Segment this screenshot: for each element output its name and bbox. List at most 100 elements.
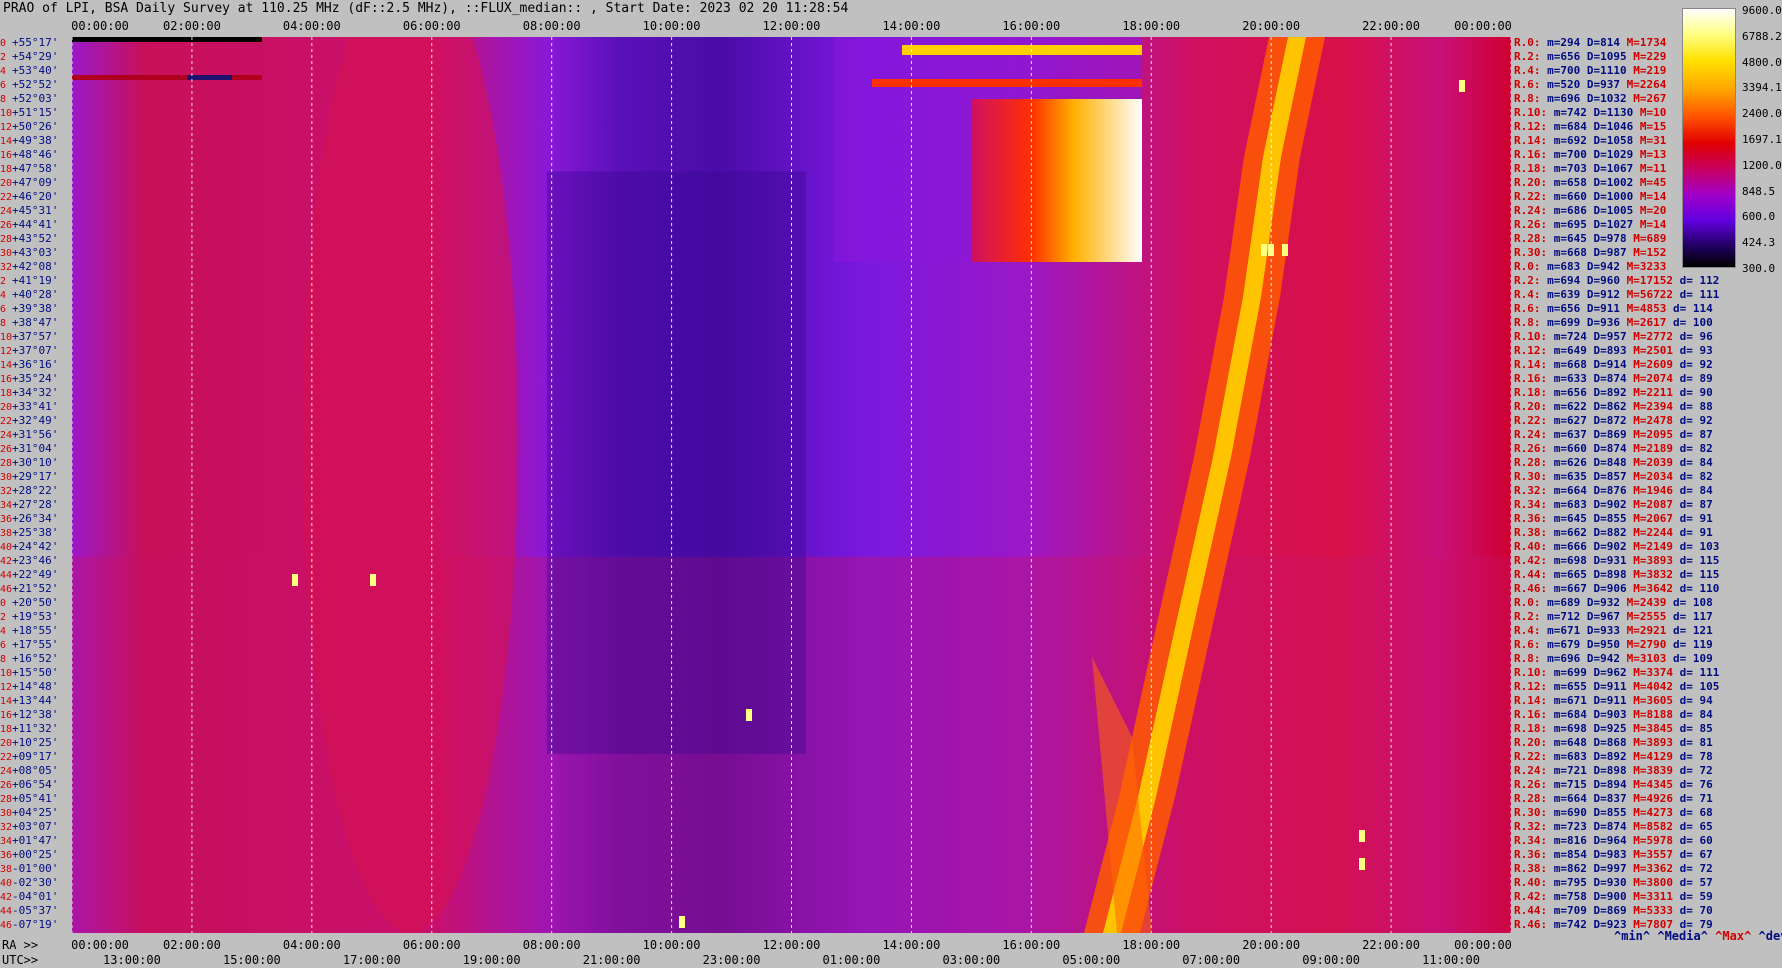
- stat-ray: R.18:: [1514, 722, 1554, 735]
- row-index: 14: [0, 696, 13, 707]
- stat-median: D=942: [1586, 652, 1627, 665]
- stat-ray: R.24:: [1514, 204, 1554, 217]
- stat-devia: d= 57: [1679, 876, 1713, 889]
- stat-median: D=1058: [1593, 134, 1640, 147]
- stat-row: R.0: m=683 D=942 M=3233: [1514, 260, 1666, 274]
- declination-value: +27°28': [12, 498, 59, 511]
- stat-row: R.42: m=758 D=900 M=3311 d= 59: [1514, 890, 1713, 904]
- declination-value: -02°30': [12, 876, 59, 889]
- declination-value: +14°48': [12, 680, 59, 693]
- stat-median: D=930: [1593, 876, 1634, 889]
- row-index: 10: [0, 668, 13, 679]
- stat-median: D=898: [1593, 764, 1634, 777]
- stat-ray: R.26:: [1514, 778, 1554, 791]
- declination-row-label: 30+43°03': [0, 246, 58, 260]
- row-index: 20: [0, 738, 13, 749]
- stat-median: D=848: [1593, 456, 1634, 469]
- declination-row-label: 26+06°54': [0, 778, 58, 792]
- declination-row-label: 12+37°07': [0, 344, 58, 358]
- declination-row-label: 6 +52°52': [0, 78, 58, 92]
- stat-max: M=2264: [1626, 78, 1667, 91]
- stat-ray: R.30:: [1514, 806, 1554, 819]
- declination-row-label: 4 +18°55': [0, 624, 58, 638]
- declination-row-label: 24+45°31': [0, 204, 58, 218]
- point-source: [1359, 830, 1365, 842]
- row-index: 12: [0, 346, 13, 357]
- bottom-utc-axis: 13:00:00 15:00:00 17:00:00 19:00:00 21:00:00…: [72, 953, 1511, 967]
- declination-value: +52°03': [12, 92, 59, 105]
- stat-median: D=983: [1593, 848, 1634, 861]
- stat-min: m=712: [1547, 610, 1587, 623]
- stat-ray: R.24:: [1514, 764, 1554, 777]
- stat-row: R.28: m=664 D=837 M=4926 d= 71: [1514, 792, 1713, 806]
- row-index: 46: [0, 920, 13, 931]
- stat-min: m=645: [1553, 232, 1594, 245]
- bottom-utc-tick-label: 03:00:00: [942, 953, 1001, 967]
- stat-ray: R.0:: [1514, 260, 1548, 273]
- stat-row: R.24: m=686 D=1005 M=20: [1514, 204, 1666, 218]
- stat-max: M=4273: [1633, 806, 1680, 819]
- stat-median: D=942: [1586, 260, 1627, 273]
- declination-value: +24°42': [12, 540, 59, 553]
- declination-value: +46°20': [12, 190, 59, 203]
- stat-median: D=1027: [1593, 218, 1640, 231]
- stat-row: R.34: m=683 D=902 M=2087 d= 87: [1514, 498, 1713, 512]
- stat-max: M=3374: [1633, 666, 1680, 679]
- stat-median: D=1032: [1586, 92, 1634, 105]
- stat-row: R.10: m=699 D=962 M=3374 d= 111: [1514, 666, 1719, 680]
- bottom-ra-tick-label: 00:00:00: [71, 938, 129, 952]
- declination-value: +53°40': [12, 64, 59, 77]
- row-index: 18: [0, 388, 13, 399]
- top-ra-tick-label: 02:00:00: [163, 19, 221, 33]
- stat-max: M=2039: [1633, 456, 1680, 469]
- stat-max: M=15: [1639, 120, 1667, 133]
- stat-median: D=862: [1593, 400, 1634, 413]
- bottom-ra-tick-label: 12:00:00: [762, 938, 821, 952]
- declination-value: +26°34': [12, 512, 59, 525]
- stat-devia: d= 76: [1679, 778, 1713, 791]
- bottom-ra-tick-label: 18:00:00: [1122, 938, 1181, 952]
- stat-min: m=683: [1553, 750, 1594, 763]
- bottom-utc-tick-label: 01:00:00: [822, 953, 881, 967]
- stat-max: M=3839: [1633, 764, 1680, 777]
- declination-value: +30°10': [12, 456, 59, 469]
- declination-row-label: 42+23°46': [0, 554, 58, 568]
- stat-row: R.8: m=696 D=942 M=3103 d= 109: [1514, 652, 1713, 666]
- row-index: 14: [0, 136, 13, 147]
- stat-row: R.8: m=696 D=1032 M=267: [1514, 92, 1666, 106]
- stat-ray: R.20:: [1514, 736, 1554, 749]
- stat-min: m=683: [1553, 498, 1594, 511]
- stat-median: D=855: [1593, 806, 1634, 819]
- declination-row-label: 20+10°25': [0, 736, 58, 750]
- stat-min: m=723: [1553, 820, 1594, 833]
- bottom-ra-tick-label: 00:00:00: [1454, 938, 1512, 952]
- stat-min: m=668: [1553, 246, 1594, 259]
- bottom-utc-tick-label: 07:00:00: [1182, 953, 1241, 967]
- stat-devia: d= 84: [1679, 456, 1713, 469]
- row-index: 4: [0, 626, 7, 637]
- declination-value: +45°31': [12, 204, 59, 217]
- stat-min: m=695: [1553, 218, 1594, 231]
- stat-min: m=664: [1553, 792, 1594, 805]
- stat-ray: R.16:: [1514, 148, 1554, 161]
- declination-row-label: 28+05°41': [0, 792, 58, 806]
- stat-min: m=660: [1553, 190, 1594, 203]
- declination-value: +44°41': [12, 218, 59, 231]
- stat-median: D=950: [1586, 638, 1627, 651]
- stat-ray: R.2:: [1514, 50, 1548, 63]
- stat-row: R.22: m=660 D=1000 M=14: [1514, 190, 1666, 204]
- declination-value: +11°32': [12, 722, 59, 735]
- stat-row: R.14: m=692 D=1058 M=31: [1514, 134, 1666, 148]
- stat-devia: d= 100: [1672, 316, 1713, 329]
- stat-max: M=20: [1639, 204, 1667, 217]
- point-source: [1359, 858, 1365, 870]
- stat-row: R.40: m=666 D=902 M=2149 d= 103: [1514, 540, 1719, 554]
- stat-devia: d= 112: [1679, 274, 1720, 287]
- declination-value: +38°47': [12, 316, 59, 329]
- declination-row-label: 26+44°41': [0, 218, 58, 232]
- stat-min: m=637: [1553, 428, 1594, 441]
- stat-min: m=639: [1547, 288, 1587, 301]
- row-index: 36: [0, 850, 13, 861]
- row-index: 4: [0, 290, 7, 301]
- stat-min: m=671: [1553, 694, 1594, 707]
